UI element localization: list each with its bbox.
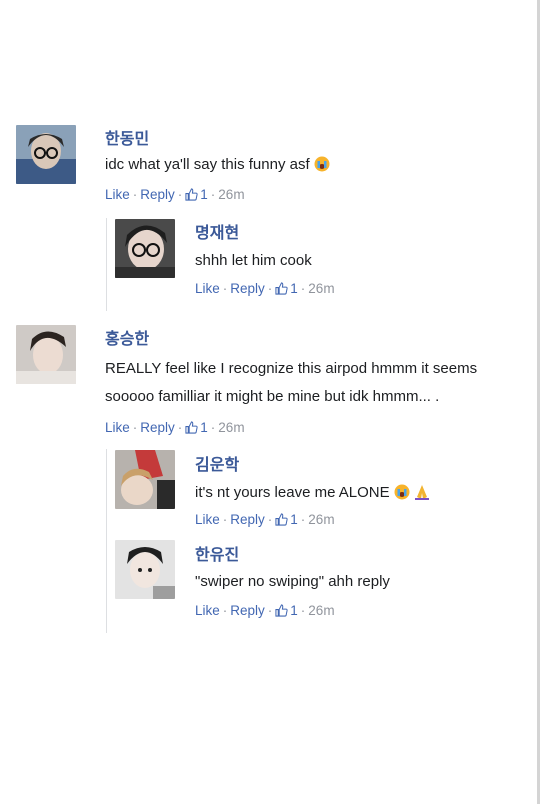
reply-thread-line: [106, 449, 107, 633]
timestamp: 26m: [308, 281, 335, 296]
separator-dot: ·: [210, 187, 216, 202]
comment-actions: Like · Reply · 1 · 26m: [195, 281, 335, 296]
timestamp: 26m: [218, 187, 245, 202]
comment-actions: Like · Reply · 1 · 26m: [195, 603, 335, 618]
pleading-hands-emoji: [414, 485, 429, 500]
avatar[interactable]: [115, 540, 175, 599]
commenter-name[interactable]: 홍승한: [105, 325, 149, 349]
separator-dot: ·: [177, 187, 183, 202]
commenter-name[interactable]: 김운학: [195, 451, 239, 475]
thumbs-up-icon[interactable]: [275, 282, 288, 295]
reply-link[interactable]: Reply: [140, 420, 175, 435]
separator-dot: ·: [267, 512, 273, 527]
separator-dot: ·: [300, 512, 306, 527]
like-link[interactable]: Like: [105, 187, 130, 202]
reaction-count[interactable]: 1: [290, 281, 298, 296]
timestamp: 26m: [308, 512, 335, 527]
crying-face-emoji: [314, 156, 330, 172]
reply-link[interactable]: Reply: [230, 281, 265, 296]
reply-link[interactable]: Reply: [230, 603, 265, 618]
commenter-name[interactable]: 한유진: [195, 541, 239, 565]
comment-text: "swiper no swiping" ahh reply: [195, 573, 390, 590]
thumbs-up-icon[interactable]: [185, 421, 198, 434]
reaction-count[interactable]: 1: [290, 512, 298, 527]
comment-text-line: sooooo familliar it might be mine but id…: [105, 388, 440, 405]
thumbs-up-icon[interactable]: [275, 604, 288, 617]
separator-dot: ·: [177, 420, 183, 435]
separator-dot: ·: [300, 281, 306, 296]
commenter-name[interactable]: 명재현: [195, 219, 239, 243]
comment-text-line: REALLY feel like I recognize this airpod…: [105, 360, 478, 377]
thumbs-up-icon[interactable]: [185, 188, 198, 201]
comment-actions: Like · Reply · 1 · 26m: [195, 512, 335, 527]
avatar[interactable]: [115, 219, 175, 278]
like-link[interactable]: Like: [105, 420, 130, 435]
separator-dot: ·: [267, 281, 273, 296]
reply-link[interactable]: Reply: [230, 512, 265, 527]
thumbs-up-icon[interactable]: [275, 513, 288, 526]
reaction-count[interactable]: 1: [200, 187, 208, 202]
timestamp: 26m: [308, 603, 335, 618]
separator-dot: ·: [300, 603, 306, 618]
avatar[interactable]: [16, 125, 76, 184]
separator-dot: ·: [210, 420, 216, 435]
timestamp: 26m: [218, 420, 245, 435]
reaction-count[interactable]: 1: [200, 420, 208, 435]
comment-text: shhh let him cook: [195, 252, 312, 269]
separator-dot: ·: [267, 603, 273, 618]
like-link[interactable]: Like: [195, 603, 220, 618]
like-link[interactable]: Like: [195, 281, 220, 296]
comment-actions: Like · Reply · 1 · 26m: [105, 420, 245, 435]
separator-dot: ·: [222, 603, 228, 618]
separator-dot: ·: [222, 512, 228, 527]
comment-text: it's nt yours leave me ALONE: [195, 483, 430, 503]
avatar[interactable]: [115, 450, 175, 509]
comment-text: idc what ya'll say this funny asf: [105, 155, 330, 175]
crying-face-emoji: [394, 484, 410, 500]
separator-dot: ·: [132, 187, 138, 202]
commenter-name[interactable]: 한동민: [105, 125, 149, 149]
comment-actions: Like · Reply · 1 · 26m: [105, 187, 245, 202]
avatar[interactable]: [16, 325, 76, 384]
separator-dot: ·: [132, 420, 138, 435]
reply-link[interactable]: Reply: [140, 187, 175, 202]
reaction-count[interactable]: 1: [290, 603, 298, 618]
separator-dot: ·: [222, 281, 228, 296]
reply-thread-line: [106, 218, 107, 311]
like-link[interactable]: Like: [195, 512, 220, 527]
